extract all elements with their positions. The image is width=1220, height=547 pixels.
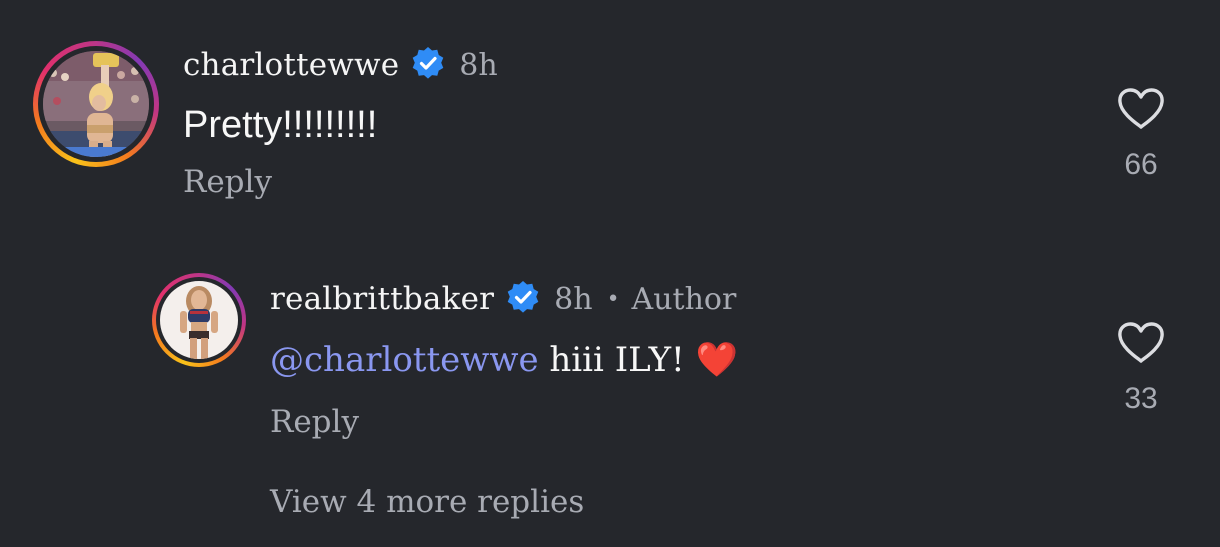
reply-button[interactable]: Reply	[183, 164, 272, 200]
like-count: 33	[1124, 382, 1158, 415]
avatar	[160, 281, 238, 359]
timestamp: 8h	[459, 47, 498, 83]
comment-body: hiii ILY!	[538, 340, 696, 380]
like-control: 66	[1111, 88, 1171, 182]
heart-icon[interactable]	[1117, 88, 1165, 134]
separator-dot: •	[606, 286, 620, 312]
heart-emoji: ❤️	[695, 340, 738, 380]
comment-charlottewwe: charlottewwe 8h Pretty!!!!!!!!! Reply 66	[0, 0, 1220, 230]
mention-link[interactable]: @charlottewwe	[270, 340, 539, 380]
avatar-ring[interactable]	[33, 41, 159, 167]
author-label: Author	[631, 281, 737, 317]
avatar-ring[interactable]	[152, 273, 246, 367]
username[interactable]: realbrittbaker	[270, 281, 494, 317]
comment-text: Pretty!!!!!!!!!	[183, 104, 378, 146]
reply-button[interactable]: Reply	[270, 404, 359, 440]
like-control: 33	[1111, 322, 1171, 416]
timestamp: 8h	[554, 281, 593, 317]
view-more-replies-button[interactable]: View 4 more replies	[270, 484, 584, 520]
like-count: 66	[1124, 148, 1158, 181]
heart-icon[interactable]	[1117, 322, 1165, 368]
avatar	[43, 51, 149, 157]
comment-realbrittbaker: realbrittbaker 8h • Author @charlottewwe…	[0, 230, 1220, 547]
verified-badge-icon	[506, 280, 540, 318]
comment-text: @charlottewwe hiii ILY! ❤️	[270, 340, 738, 380]
verified-badge-icon	[411, 46, 445, 84]
username[interactable]: charlottewwe	[183, 47, 399, 83]
